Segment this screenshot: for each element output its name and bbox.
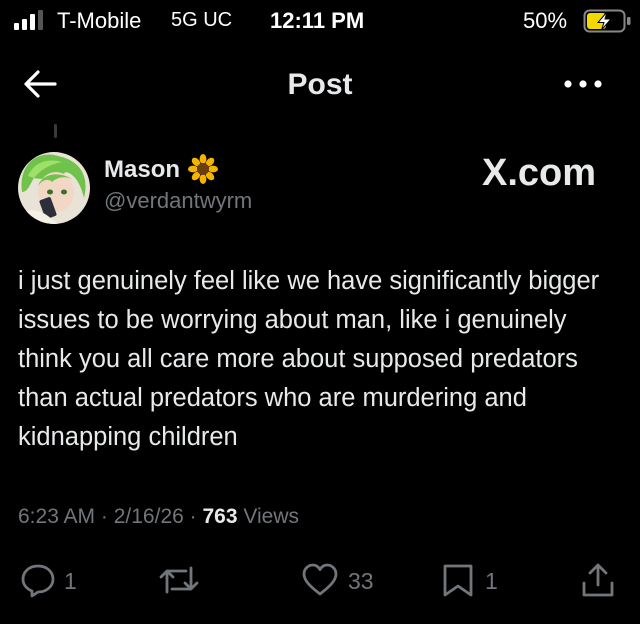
meta-separator: ·	[189, 505, 203, 528]
clock: 12:11 PM	[270, 8, 365, 33]
bookmark-count: 1	[485, 568, 498, 594]
post-date[interactable]: 2/16/26	[114, 505, 184, 528]
repost-icon	[159, 566, 199, 594]
status-bar: T-Mobile 5G UC 12:11 PM 50%	[0, 0, 640, 44]
author-handle[interactable]: @verdantwyrm	[104, 188, 252, 214]
post-meta: 6:23 AM · 2/16/26 · 763 Views	[18, 505, 299, 529]
network-type: 5G UC	[171, 9, 233, 31]
heart-icon	[302, 563, 338, 596]
battery-percent: 50%	[523, 8, 568, 33]
thread-connector-line	[54, 124, 57, 138]
battery-charging-icon	[583, 9, 631, 33]
like-count: 33	[348, 568, 374, 594]
cellular-signal-icon	[14, 10, 43, 30]
avatar-illustration	[18, 152, 90, 224]
bookmark-icon	[443, 564, 473, 597]
views-count: 763	[202, 505, 238, 528]
nav-bar: Post	[0, 56, 640, 114]
share-button[interactable]	[580, 562, 616, 598]
site-watermark: X.com	[482, 152, 597, 194]
page-title: Post	[287, 68, 353, 101]
post-text: i just genuinely feel like we have signi…	[18, 267, 600, 451]
bookmark-button[interactable]: 1	[441, 562, 511, 598]
reply-icon	[21, 564, 55, 598]
avatar[interactable]	[18, 152, 90, 224]
like-button[interactable]: 33	[301, 562, 391, 598]
author-display-name[interactable]: Mason	[104, 156, 180, 184]
carrier-name: T-Mobile	[57, 8, 142, 33]
views-label: Views	[243, 505, 300, 528]
action-bar: 1 33 1	[0, 558, 640, 602]
reply-count: 1	[64, 568, 77, 594]
more-horizontal-icon[interactable]	[563, 76, 603, 92]
repost-button[interactable]	[158, 562, 208, 598]
sunflower-icon	[188, 154, 218, 184]
share-icon	[582, 563, 614, 597]
meta-separator: ·	[100, 505, 114, 528]
post-time[interactable]: 6:23 AM	[18, 505, 95, 528]
reply-button[interactable]: 1	[20, 562, 90, 598]
